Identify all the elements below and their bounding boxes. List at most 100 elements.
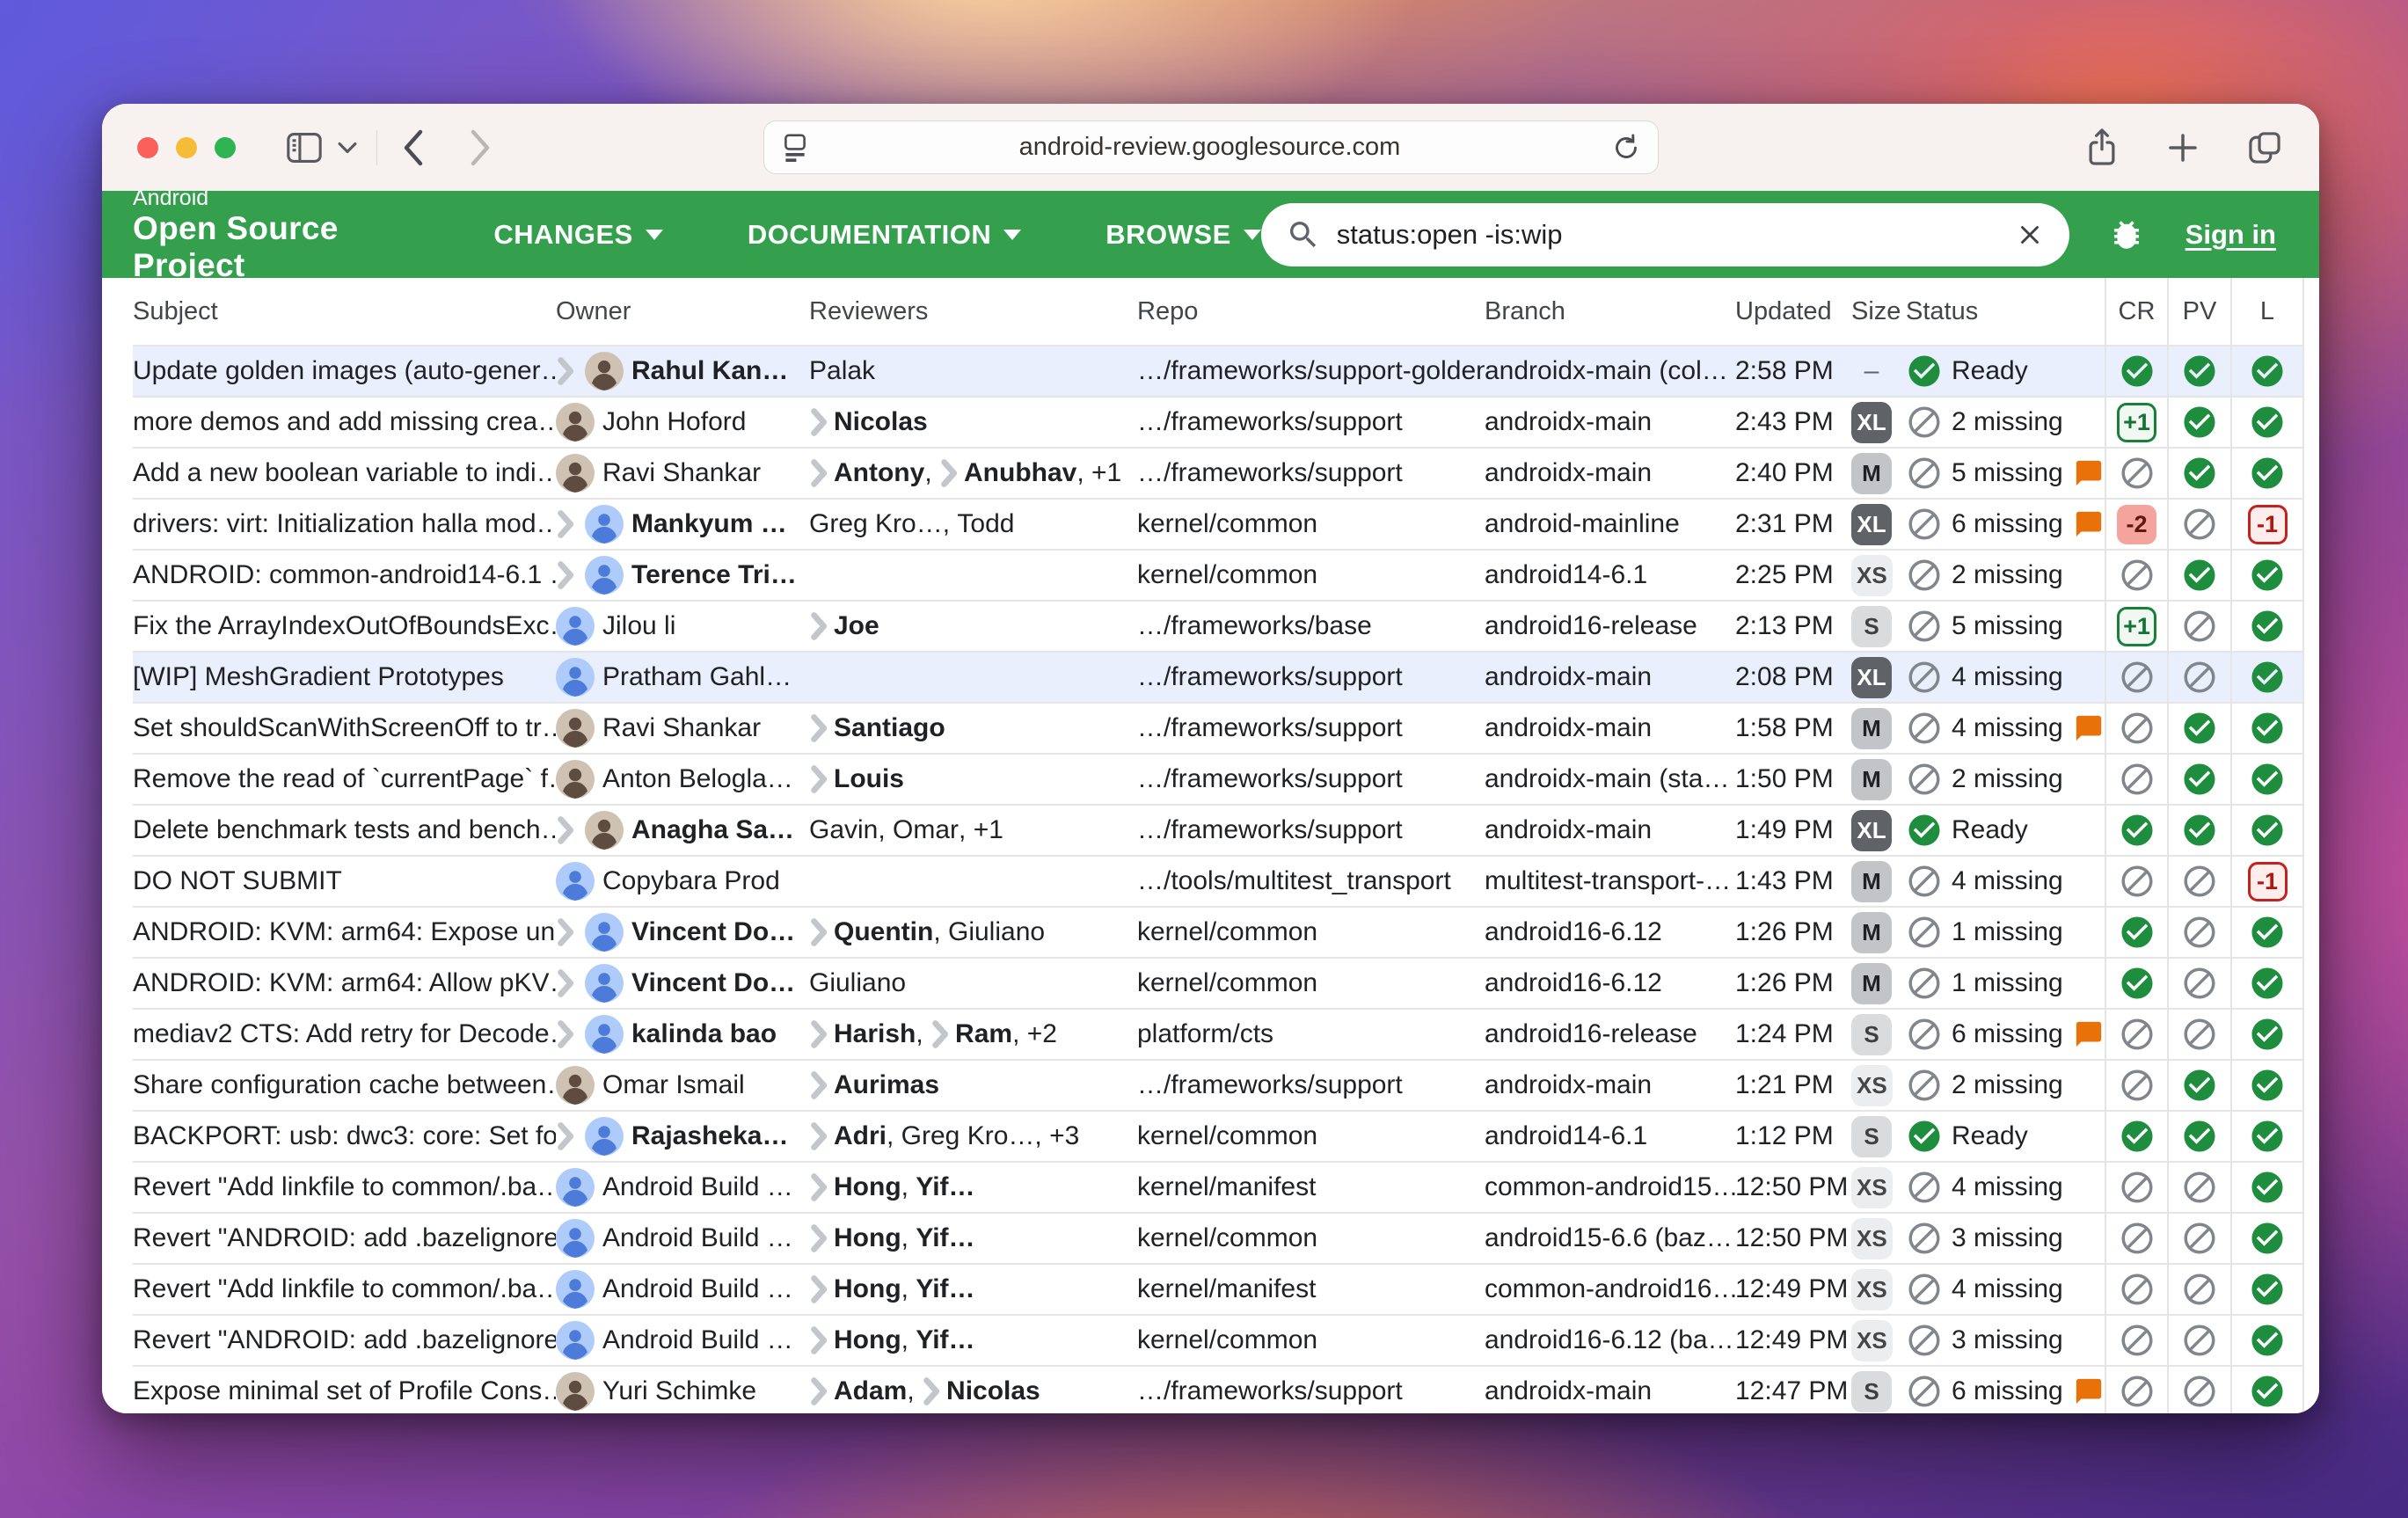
- change-subject[interactable]: [WIP] MeshGradient Prototypes: [133, 653, 556, 702]
- reviewer-chip[interactable]: Adam: [809, 1376, 907, 1406]
- owner-name[interactable]: Vincent Donn…: [631, 917, 797, 947]
- reviewer-chip[interactable]: Hong: [809, 1172, 901, 1202]
- report-bug-icon[interactable]: [2108, 216, 2145, 253]
- change-branch[interactable]: androidx-main: [1485, 449, 1735, 498]
- change-repo[interactable]: kernel/common: [1137, 908, 1485, 957]
- owner-name[interactable]: Android Build …: [602, 1223, 793, 1253]
- avatar-generic[interactable]: [556, 1270, 595, 1309]
- reviewer-chip[interactable]: +1: [974, 815, 1003, 845]
- change-branch[interactable]: androidx-main: [1485, 653, 1735, 702]
- change-repo[interactable]: …/frameworks/support: [1137, 653, 1485, 702]
- change-repo[interactable]: kernel/common: [1137, 500, 1485, 549]
- change-row[interactable]: Delete benchmark tests and bench… Anagha…: [133, 804, 2304, 855]
- change-row[interactable]: Fix the ArrayIndexOutOfBoundsExc… Jilou …: [133, 600, 2304, 651]
- change-row[interactable]: drivers: virt: Initialization halla mod……: [133, 498, 2304, 549]
- url-text[interactable]: android-review.googlesource.com: [810, 133, 1610, 162]
- change-row[interactable]: Revert "ANDROID: add .bazelignore … Andr…: [133, 1314, 2304, 1365]
- reviewer-chip[interactable]: Greg Kro…: [901, 1121, 1035, 1151]
- reviewer-chip[interactable]: Anubhav: [939, 458, 1076, 488]
- change-subject[interactable]: mediav2 CTS: Add retry for Decode…: [133, 1010, 556, 1059]
- owner-name[interactable]: Android Build …: [602, 1274, 793, 1304]
- avatar-photo[interactable]: [556, 1372, 595, 1411]
- avatar-generic[interactable]: [556, 607, 595, 646]
- change-branch[interactable]: android16-6.12 (ba…: [1485, 1316, 1735, 1365]
- change-branch[interactable]: android16-release: [1485, 602, 1735, 651]
- change-branch[interactable]: androidx-main: [1485, 398, 1735, 447]
- change-subject[interactable]: Share configuration cache between…: [133, 1061, 556, 1110]
- reviewer-chip[interactable]: Yif…: [916, 1274, 974, 1304]
- change-branch[interactable]: android16-6.12: [1485, 959, 1735, 1008]
- change-row[interactable]: Remove the read of `currentPage` f… Anto…: [133, 753, 2304, 804]
- change-row[interactable]: ANDROID: common-android14-6.1 … Terence …: [133, 549, 2304, 600]
- avatar-photo[interactable]: [556, 709, 595, 748]
- reviewer-chip[interactable]: Hong: [809, 1325, 901, 1355]
- avatar-generic[interactable]: [556, 1168, 595, 1207]
- change-subject[interactable]: Revert "Add linkfile to common/.ba…: [133, 1265, 556, 1314]
- change-subject[interactable]: more demos and add missing crea…: [133, 398, 556, 447]
- reviewer-chip[interactable]: Nicolas: [922, 1376, 1040, 1406]
- change-subject[interactable]: ANDROID: KVM: arm64: Allow pKV…: [133, 959, 556, 1008]
- change-branch[interactable]: android15-6.6 (baz…: [1485, 1214, 1735, 1263]
- tab-overview-button[interactable]: [2245, 128, 2284, 167]
- search-bar[interactable]: [1261, 203, 2069, 266]
- change-branch[interactable]: android16-release: [1485, 1010, 1735, 1059]
- owner-name[interactable]: Rahul Kanojia: [631, 356, 797, 386]
- change-subject[interactable]: Revert "ANDROID: add .bazelignore …: [133, 1316, 556, 1365]
- change-repo[interactable]: …/frameworks/support: [1137, 398, 1485, 447]
- change-branch[interactable]: androidx-main: [1485, 1367, 1735, 1413]
- change-repo[interactable]: …/tools/multitest_transport: [1137, 857, 1485, 906]
- change-repo[interactable]: …/frameworks/support: [1137, 1061, 1485, 1110]
- owner-name[interactable]: kalinda bao: [631, 1019, 777, 1049]
- share-button[interactable]: [2083, 127, 2120, 169]
- reviewer-chip[interactable]: Greg Kro…: [809, 509, 943, 539]
- owner-name[interactable]: Rajashekar K…: [631, 1121, 797, 1151]
- avatar-generic[interactable]: [556, 1219, 595, 1258]
- sign-in-link[interactable]: Sign in: [2185, 219, 2276, 251]
- owner-name[interactable]: Copybara Prod: [602, 866, 780, 896]
- owner-name[interactable]: Vincent Donn…: [631, 968, 797, 998]
- change-repo[interactable]: kernel/common: [1137, 1112, 1485, 1161]
- change-subject[interactable]: Delete benchmark tests and bench…: [133, 806, 556, 855]
- owner-name[interactable]: Terence Tritto…: [631, 560, 797, 590]
- owner-name[interactable]: Anagha Sasik…: [631, 815, 797, 845]
- change-repo[interactable]: platform/cts: [1137, 1010, 1485, 1059]
- owner-name[interactable]: Pratham Gahl…: [602, 662, 792, 692]
- change-branch[interactable]: androidx-main (col…: [1485, 347, 1735, 396]
- change-branch[interactable]: androidx-main: [1485, 1061, 1735, 1110]
- change-row[interactable]: mediav2 CTS: Add retry for Decode… kalin…: [133, 1008, 2304, 1059]
- change-repo[interactable]: …/frameworks/base: [1137, 602, 1485, 651]
- avatar-generic[interactable]: [585, 913, 624, 952]
- reviewer-chip[interactable]: Todd: [957, 509, 1014, 539]
- change-repo[interactable]: …/frameworks/support: [1137, 806, 1485, 855]
- reviewer-chip[interactable]: Nicolas: [809, 407, 928, 437]
- clear-search-icon[interactable]: [2015, 220, 2045, 250]
- owner-name[interactable]: John Hoford: [602, 407, 746, 437]
- reviewer-chip[interactable]: Ram: [930, 1019, 1012, 1049]
- change-subject[interactable]: BACKPORT: usb: dwc3: core: Set fo…: [133, 1112, 556, 1161]
- change-branch[interactable]: multitest-transport-…: [1485, 857, 1735, 906]
- reviewer-chip[interactable]: Harish: [809, 1019, 916, 1049]
- change-row[interactable]: DO NOT SUBMIT Copybara Prod …/tools/mult…: [133, 855, 2304, 906]
- reviewer-chip[interactable]: Giuliano: [948, 917, 1045, 947]
- avatar-generic[interactable]: [556, 658, 595, 697]
- avatar-photo[interactable]: [556, 760, 595, 799]
- reviewer-chip[interactable]: Yif…: [916, 1223, 974, 1253]
- search-input[interactable]: [1337, 219, 1999, 251]
- change-branch[interactable]: android16-6.12: [1485, 908, 1735, 957]
- change-repo[interactable]: …/frameworks/support-golden: [1137, 347, 1485, 396]
- change-row[interactable]: Revert "Add linkfile to common/.ba… Andr…: [133, 1161, 2304, 1212]
- avatar-generic[interactable]: [556, 862, 595, 901]
- reviewer-chip[interactable]: Santiago: [809, 713, 945, 743]
- change-subject[interactable]: Add a new boolean variable to indi…: [133, 449, 556, 498]
- reviewer-chip[interactable]: +1: [1091, 458, 1121, 488]
- change-row[interactable]: Update golden images (auto-gener… Rahul …: [133, 345, 2304, 396]
- forward-button[interactable]: [467, 128, 493, 167]
- change-subject[interactable]: Revert "ANDROID: add .bazelignore …: [133, 1214, 556, 1263]
- menu-documentation[interactable]: DOCUMENTATION: [748, 219, 1021, 251]
- close-window-button[interactable]: [137, 137, 158, 158]
- change-row[interactable]: Set shouldScanWithScreenOff to tr… Ravi …: [133, 702, 2304, 753]
- menu-browse[interactable]: BROWSE: [1105, 219, 1261, 251]
- change-subject[interactable]: Revert "Add linkfile to common/.ba…: [133, 1163, 556, 1212]
- reader-page-icon[interactable]: [780, 130, 810, 165]
- owner-name[interactable]: Android Build …: [602, 1325, 793, 1355]
